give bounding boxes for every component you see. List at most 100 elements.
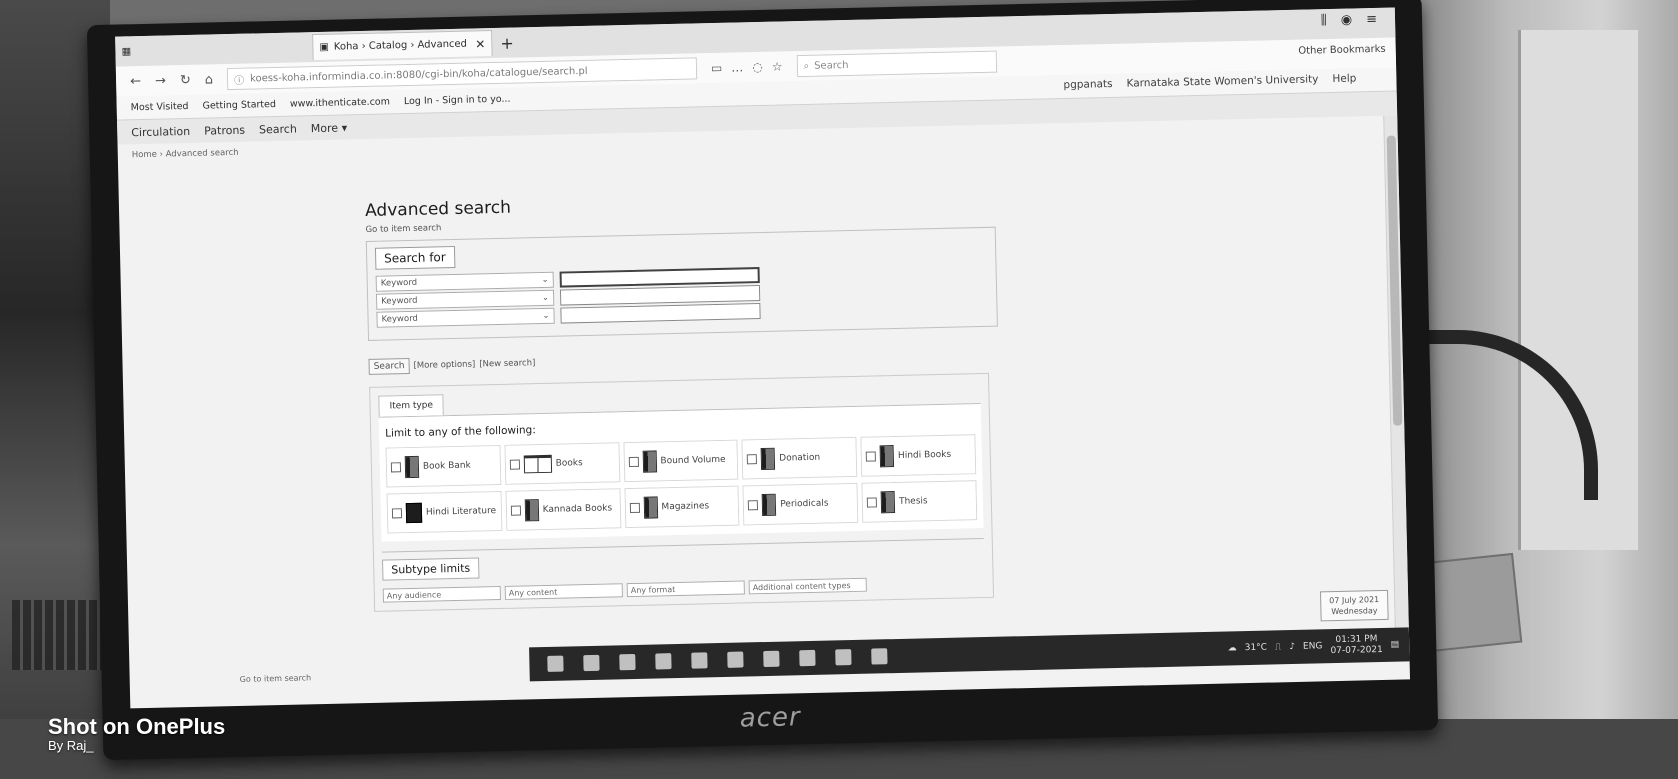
media-icon[interactable]	[871, 648, 888, 665]
close-tab-icon[interactable]: ✕	[475, 37, 485, 51]
bottom-item-search-link[interactable]: Go to item search	[240, 673, 312, 684]
word-icon[interactable]	[655, 653, 672, 670]
checkbox[interactable]	[629, 502, 640, 514]
itype-book-bank[interactable]: Book Bank	[385, 444, 502, 488]
back-icon[interactable]: ←	[130, 74, 141, 89]
index-select[interactable]: Keyword ⌄	[376, 307, 555, 328]
subtype-limits: Subtype limits Any audience Any content …	[381, 538, 985, 603]
keyboard-in-background	[12, 600, 102, 670]
itype-bound-volume[interactable]: Bound Volume	[623, 439, 739, 483]
itype-thesis[interactable]: Thesis	[861, 480, 978, 523]
checkbox[interactable]	[865, 451, 877, 462]
koha-favicon-icon: ▣	[319, 41, 329, 53]
help-link[interactable]: Help	[1332, 72, 1356, 85]
nav-search[interactable]: Search	[259, 122, 297, 136]
watermark-line2: By Raj_	[48, 737, 94, 753]
search-term-input[interactable]	[559, 267, 760, 288]
explorer-icon[interactable]	[763, 650, 780, 668]
checkbox[interactable]	[866, 497, 878, 508]
index-select[interactable]: Keyword ⌄	[376, 289, 555, 310]
pdf-icon[interactable]	[727, 651, 744, 668]
search-term-input[interactable]	[559, 285, 761, 306]
library-icon[interactable]: ⫼	[1321, 13, 1327, 28]
index-select[interactable]: Keyword ⌄	[375, 271, 554, 292]
clock[interactable]: 01:31 PM 07-07-2021	[1330, 634, 1383, 657]
more-options-link[interactable]: [More options]	[413, 360, 475, 371]
search-term-input[interactable]	[560, 303, 761, 324]
language[interactable]: ENG	[1303, 641, 1323, 651]
koha-user-bar: pgpanats Karnataka State Women's Univers…	[1063, 72, 1356, 91]
checkbox[interactable]	[748, 500, 759, 511]
nav-circulation[interactable]: Circulation	[131, 124, 190, 138]
weather-temp[interactable]: 31°C	[1245, 643, 1267, 654]
search-for-legend: Search for	[374, 245, 455, 270]
itype-donation[interactable]: Donation	[741, 436, 858, 480]
itype-hindi-literature[interactable]: Hindi Literature	[386, 490, 503, 534]
advanced-search-content: Advanced search Go to item search Search…	[365, 186, 1014, 612]
thesis-icon	[880, 491, 896, 514]
browser-search-box[interactable]: ⌕ Search	[796, 50, 997, 78]
menu-icon[interactable]: ≡	[1366, 12, 1377, 27]
tab-item-type[interactable]: Item type	[378, 394, 445, 417]
volume-icon[interactable]: ♪	[1289, 642, 1295, 652]
network-icon[interactable]: ⎍	[1275, 642, 1282, 652]
reload-icon[interactable]: ↻	[180, 72, 191, 87]
page-scrollbar[interactable]	[1383, 115, 1410, 636]
page-actions-icon[interactable]: …	[731, 60, 743, 74]
weather-icon[interactable]: ☁	[1228, 643, 1237, 653]
date-tooltip: 07 July 2021 Wednesday	[1319, 589, 1389, 622]
library-name[interactable]: Karnataka State Women's University	[1126, 73, 1318, 89]
browser-menu-icon[interactable]: ▦	[115, 46, 137, 57]
checkbox[interactable]	[747, 454, 758, 465]
nav-patrons[interactable]: Patrons	[204, 123, 245, 137]
site-info-icon[interactable]: ⓘ	[234, 71, 244, 86]
chrome-icon[interactable]	[619, 653, 636, 671]
pocket-icon[interactable]: ◌	[752, 60, 763, 74]
nav-more[interactable]: More ▾	[311, 121, 348, 135]
firefox-icon[interactable]	[691, 652, 708, 669]
calculator-icon[interactable]	[799, 649, 816, 667]
bookmark-getting-started[interactable]: Getting Started	[202, 99, 276, 112]
scroll-thumb[interactable]	[1386, 135, 1403, 426]
itype-books[interactable]: Books	[504, 442, 620, 485]
new-tab-icon[interactable]: +	[500, 33, 514, 52]
checkbox[interactable]	[628, 456, 639, 468]
forward-icon[interactable]: →	[155, 73, 166, 88]
other-bookmarks[interactable]: Other Bookmarks	[1298, 44, 1386, 57]
checkbox[interactable]	[391, 508, 403, 519]
bookmark-login[interactable]: Log In - Sign in to yo...	[404, 94, 511, 107]
screen: ▦ ▣ Koha › Catalog › Advanced sea ✕ + ⫼ …	[115, 7, 1411, 709]
checkbox[interactable]	[509, 459, 520, 470]
itype-magazines[interactable]: Magazines	[624, 485, 740, 529]
search-actions: Search [More options] [New search]	[368, 344, 1008, 375]
start-icon[interactable]	[547, 655, 564, 672]
logged-in-user[interactable]: pgpanats	[1063, 78, 1112, 91]
bookmark-ithenticate[interactable]: www.ithenticate.com	[290, 96, 390, 109]
format-select[interactable]: Any format	[626, 580, 745, 598]
book-icon	[760, 447, 776, 471]
reader-view-icon[interactable]: ▭	[711, 61, 723, 75]
item-type-grid: Book Bank Books Bound Volume Donation Hi…	[385, 434, 978, 534]
notification-icon[interactable]: ▤	[1391, 640, 1400, 650]
new-search-link[interactable]: [New search]	[479, 358, 535, 369]
search-button[interactable]: Search	[368, 358, 410, 375]
chevron-down-icon: ⌄	[542, 310, 550, 321]
edge-icon[interactable]	[835, 649, 852, 666]
itype-periodicals[interactable]: Periodicals	[742, 482, 859, 526]
audience-select[interactable]: Any audience	[382, 585, 501, 603]
checkbox[interactable]	[510, 505, 521, 516]
itype-hindi-books[interactable]: Hindi Books	[860, 434, 977, 477]
browser-tab[interactable]: ▣ Koha › Catalog › Advanced sea ✕	[312, 30, 493, 61]
bookmark-star-icon[interactable]: ☆	[772, 59, 783, 73]
bookmark-most-visited[interactable]: Most Visited	[131, 101, 189, 113]
magazine-icon	[643, 496, 658, 519]
book-icon	[404, 455, 420, 479]
task-view-icon[interactable]	[583, 654, 600, 672]
home-icon[interactable]: ⌂	[205, 72, 214, 87]
url-actions: ▭ … ◌ ☆	[711, 59, 783, 75]
checkbox[interactable]	[390, 462, 402, 473]
content-select[interactable]: Any content	[504, 583, 623, 600]
account-icon[interactable]: ◉	[1341, 13, 1353, 28]
itype-kannada-books[interactable]: Kannada Books	[505, 488, 621, 531]
additional-content-select[interactable]: Additional content types	[748, 577, 867, 595]
